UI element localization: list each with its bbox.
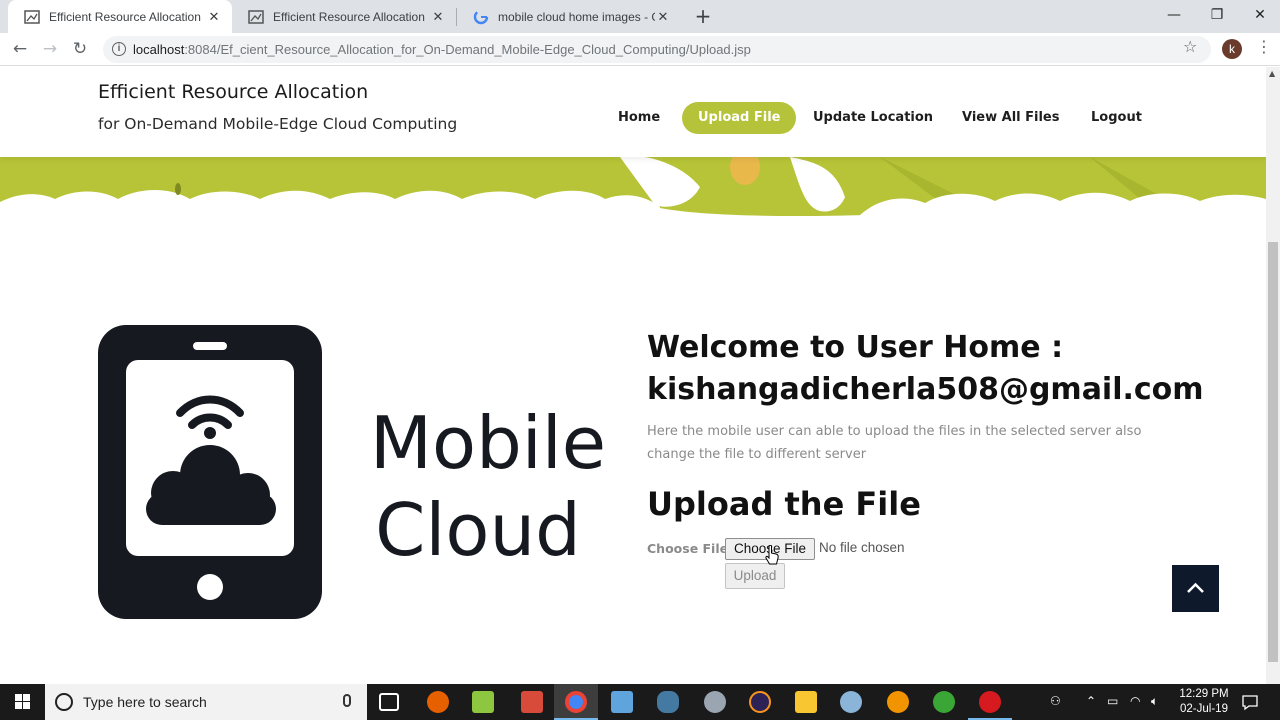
netbeans-icon[interactable] [840,691,862,713]
scroll-up-arrow-icon[interactable]: ▲ [1269,69,1275,78]
browser-tab-1[interactable]: Efficient Resource Allocation ✕ [8,0,232,33]
browser-tab-strip: Efficient Resource Allocation ✕ Efficien… [0,0,1280,33]
close-window-button[interactable]: ✕ [1238,0,1280,30]
microphone-icon[interactable] [343,694,351,707]
taskbar-search-placeholder: Type here to search [83,694,207,710]
tab-close-icon[interactable]: ✕ [206,9,222,25]
notepad-plus-icon[interactable] [472,691,494,713]
new-tab-button[interactable]: + [692,5,714,27]
tab-title: Efficient Resource Allocation [273,9,425,24]
welcome-line-1: Welcome to User Home : [647,330,1064,365]
nav-home[interactable]: Home [618,102,660,134]
windows-start-icon[interactable] [0,684,45,720]
nav-upload-file[interactable]: Upload File [682,102,797,134]
firefox-icon[interactable] [427,691,449,713]
site-header: Efficient Resource Allocation for On-Dem… [0,67,1266,157]
tab-close-icon[interactable]: ✕ [655,9,671,25]
profile-avatar[interactable]: k [1222,39,1242,59]
browser-toolbar: ← → ↻ i localhost:8084/Ef_cient_Resource… [0,33,1280,66]
url-host: localhost [133,42,185,57]
paint-icon[interactable] [521,691,543,713]
maximize-button[interactable]: ❐ [1195,0,1239,30]
site-favicon-icon [24,9,40,24]
reload-button[interactable]: ↻ [68,37,92,61]
brand-subtitle: for On-Demand Mobile-Edge Cloud Computin… [98,115,458,133]
page-description: Here the mobile user can able to upload … [647,424,1142,462]
battery-icon[interactable]: ▭ [1107,694,1118,708]
app-icon[interactable] [704,691,726,713]
welcome-user-email: kishangadicherla508@gmail.com [647,372,1204,407]
virtualbox-icon[interactable] [611,691,633,713]
address-bar[interactable]: i localhost:8084/Ef_cient_Resource_Alloc… [103,36,1211,63]
scrollbar-thumb[interactable] [1268,242,1278,662]
clock-time: 12:29 PM [1179,688,1229,700]
recorder-icon[interactable] [979,691,1001,713]
nav-view-all-files[interactable]: View All Files [962,102,1060,134]
cortana-icon [55,693,73,711]
image-text-mobile: Mobile [370,401,606,485]
wifi-tray-icon[interactable]: ◠ [1130,694,1140,708]
task-view-icon[interactable] [379,693,399,711]
phone-speaker [193,342,227,350]
browser-tab-2[interactable]: Efficient Resource Allocation ✕ [232,0,456,33]
search-app-icon[interactable] [887,691,909,713]
camtasia-icon[interactable] [933,691,955,713]
phone-home-button [197,574,223,600]
mobile-cloud-illustration: Mobile Cloud [98,325,606,619]
tab-title: Efficient Resource Allocation [49,9,201,24]
chevron-up-icon [1187,582,1204,593]
site-favicon-icon [248,9,264,24]
people-icon[interactable]: ⚇ [1050,694,1061,708]
notification-center-icon[interactable] [1241,693,1259,711]
mysql-icon[interactable] [657,691,679,713]
tab-title: mobile cloud home images - Goo [498,9,655,24]
page-scrollbar[interactable]: ▲ [1266,67,1280,684]
google-favicon-icon [473,9,489,24]
clock-date: 02-Jul-19 [1180,703,1228,715]
file-explorer-icon[interactable] [795,691,817,713]
choose-file-label: Choose File [647,541,729,556]
nav-logout[interactable]: Logout [1091,102,1142,134]
url-path: :8084/Ef_cient_Resource_Allocation_for_O… [184,42,751,57]
image-text-cloud: Cloud [375,488,581,572]
brand-title[interactable]: Efficient Resource Allocation [98,81,368,103]
site-info-icon[interactable]: i [112,42,126,56]
back-to-top-button[interactable] [1172,565,1219,612]
browser-tab-3[interactable]: mobile cloud home images - Goo ✕ [457,0,681,33]
page-viewport: Efficient Resource Allocation for On-Dem… [0,67,1266,684]
upload-button[interactable]: Upload [725,563,785,589]
taskbar-search-box[interactable]: Type here to search [45,684,367,720]
volume-icon[interactable]: 🔈︎ [1151,694,1158,709]
windows-taskbar: Type here to search ⚇ ⌃ ▭ ◠ 🔈︎ 12:29 PM … [0,684,1280,720]
taskbar-clock[interactable]: 12:29 PM 02-Jul-19 [1172,687,1236,717]
minimize-button[interactable]: — [1152,0,1196,30]
bookmark-star-icon[interactable]: ☆ [1183,37,1197,56]
nav-update-location[interactable]: Update Location [813,102,933,134]
browser-menu-icon[interactable]: ⋮ [1256,37,1272,56]
back-button[interactable]: ← [8,37,32,61]
hand-cursor-icon [765,545,779,565]
upload-heading: Upload the File [647,485,921,523]
file-status-text: No file chosen [819,540,905,555]
welcome-heading: Welcome to User Home : kishangadicherla5… [647,327,1204,411]
tray-expand-icon[interactable]: ⌃ [1086,694,1096,708]
eclipse-icon[interactable] [749,691,771,713]
forward-button[interactable]: → [38,37,62,61]
tab-close-icon[interactable]: ✕ [430,9,446,25]
chrome-icon[interactable] [565,691,587,713]
